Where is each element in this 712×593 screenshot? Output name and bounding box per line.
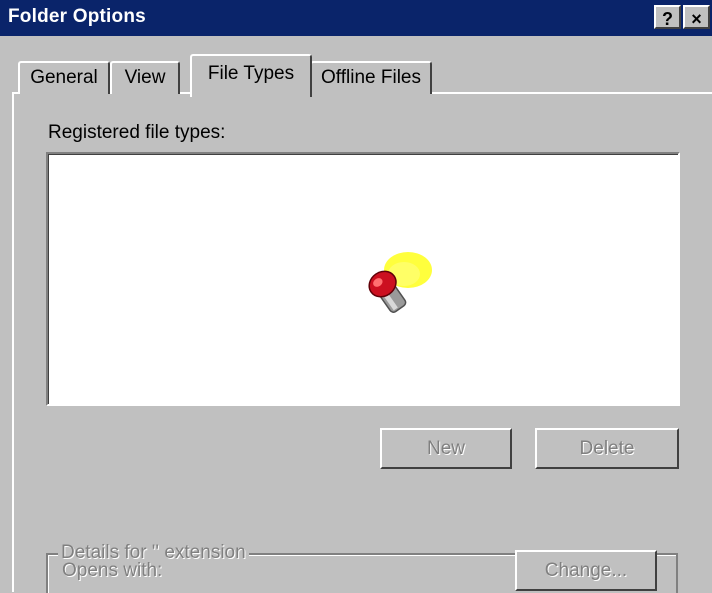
window-title: Folder Options bbox=[8, 6, 146, 27]
help-button[interactable]: ? bbox=[654, 5, 681, 29]
tab-view[interactable]: View bbox=[110, 61, 180, 94]
tab-file-types[interactable]: File Types bbox=[190, 54, 312, 97]
title-bar[interactable]: Folder Options ? × bbox=[0, 0, 712, 36]
close-button[interactable]: × bbox=[683, 5, 710, 29]
registered-file-types-label: Registered file types: bbox=[48, 122, 226, 143]
tab-general[interactable]: General bbox=[18, 61, 110, 94]
registered-file-types-list[interactable] bbox=[46, 152, 680, 406]
delete-button[interactable]: Delete bbox=[535, 428, 679, 469]
tab-offline-files[interactable]: Offline Files bbox=[310, 61, 432, 94]
change-button[interactable]: Change... bbox=[515, 550, 657, 591]
opens-with-label: Opens with: bbox=[62, 560, 163, 581]
new-button[interactable]: New bbox=[380, 428, 512, 469]
flashlight-icon bbox=[368, 252, 432, 313]
